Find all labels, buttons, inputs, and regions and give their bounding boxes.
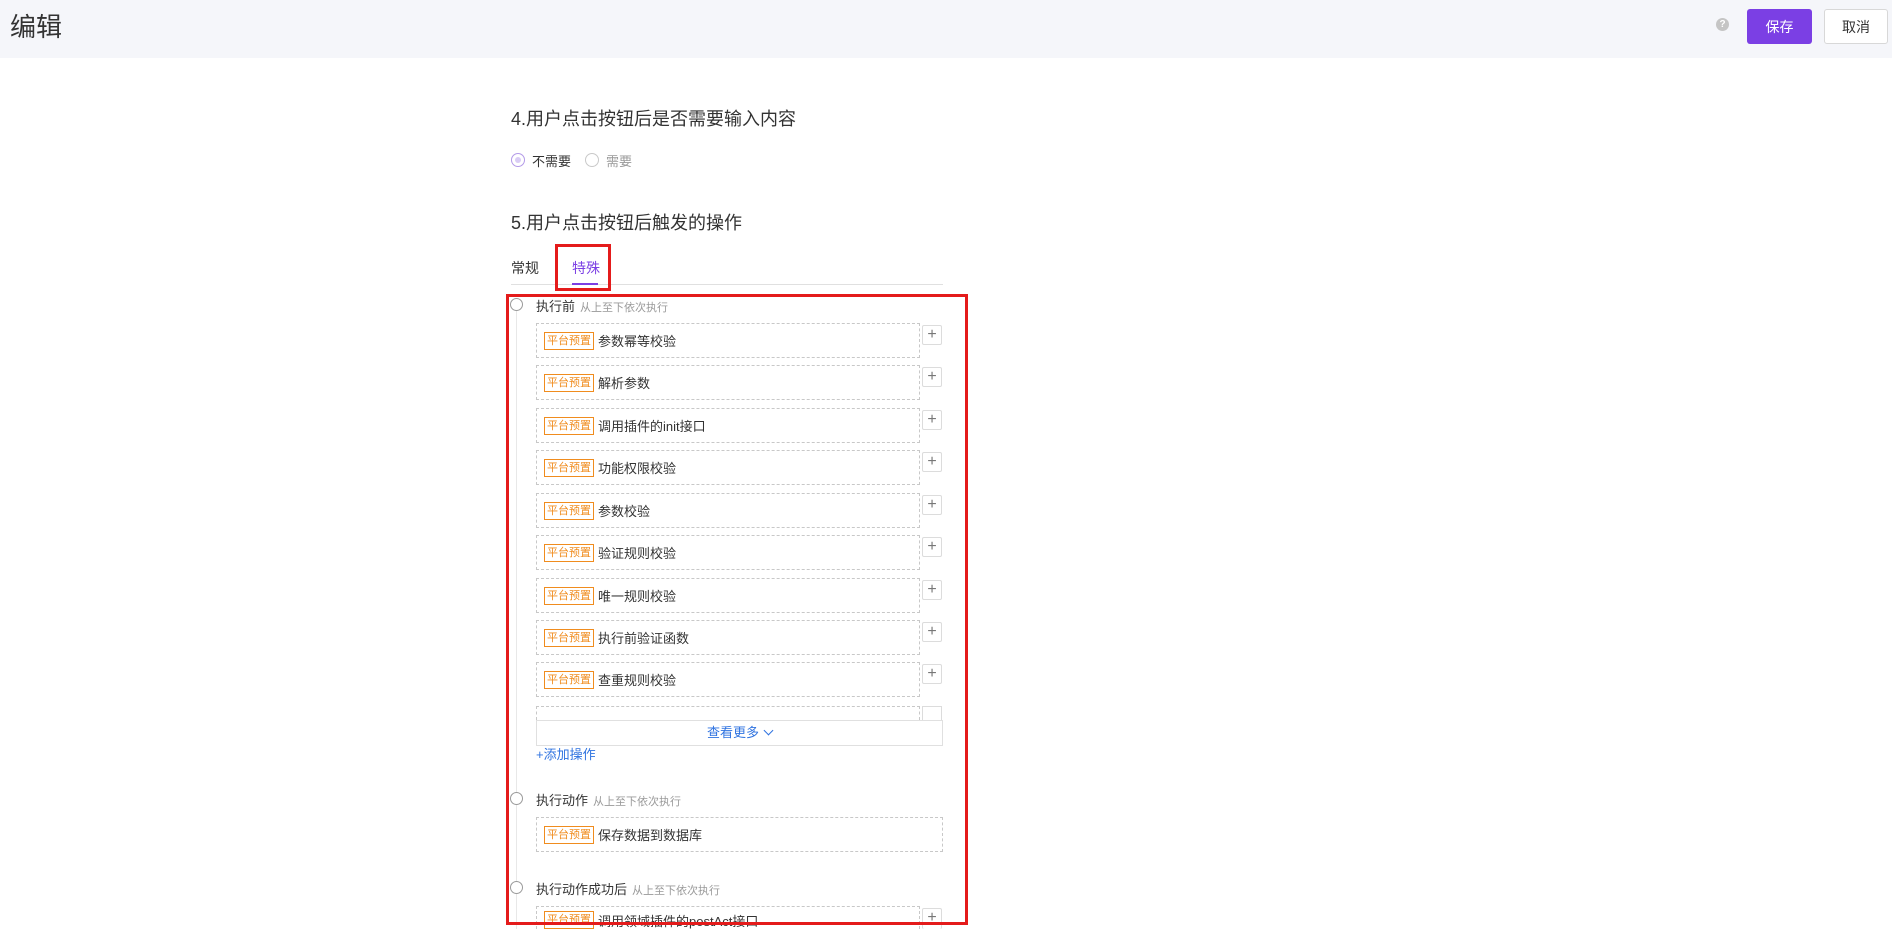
item-label: 唯一规则校验	[598, 589, 677, 604]
preset-tag: 平台预置	[544, 586, 594, 605]
page-header: 编辑 ? 保存 取消	[0, 0, 1892, 58]
item-label: 执行前验证函数	[598, 631, 690, 646]
timeline-line	[516, 310, 517, 929]
save-button[interactable]: 保存	[1747, 9, 1812, 44]
list-item[interactable]: 平台预置 解析参数	[536, 365, 920, 400]
section-title-triggered-operations: 5.用户点击按钮后触发的操作	[511, 213, 743, 233]
radio-required[interactable]	[585, 153, 600, 167]
preset-tag: 平台预置	[544, 458, 594, 477]
list-item[interactable]: 平台预置 验证规则校验	[536, 535, 920, 570]
list-item[interactable]: 平台预置 功能权限校验	[536, 450, 920, 485]
add-operation-link[interactable]: +添加操作	[536, 746, 596, 764]
tab-normal[interactable]: 常规	[511, 258, 539, 278]
step-dot-before	[510, 298, 523, 311]
show-more-label: 查看更多	[706, 725, 759, 740]
add-after-button[interactable]: +	[922, 452, 942, 472]
chevron-down-icon	[763, 725, 774, 736]
add-after-button[interactable]: +	[922, 537, 942, 557]
radio-required-label[interactable]: 需要	[606, 151, 632, 170]
step-subtitle-before: 从上至下依次执行	[580, 302, 669, 314]
show-more-button[interactable]: 查看更多	[536, 720, 943, 746]
item-label: 调用插件的init接口	[598, 419, 706, 434]
step-title-before: 执行前	[536, 299, 576, 314]
preset-tag: 平台预置	[544, 331, 594, 350]
list-item[interactable]: 平台预置 调用领域插件的postAct接口	[536, 906, 920, 929]
list-item[interactable]: 平台预置 唯一规则校验	[536, 578, 920, 613]
item-label: 保存数据到数据库	[598, 828, 703, 843]
help-icon[interactable]: ?	[1716, 18, 1729, 31]
list-item[interactable]: 平台预置 保存数据到数据库	[536, 817, 943, 852]
item-label: 验证规则校验	[598, 546, 677, 561]
preset-tag: 平台预置	[544, 628, 594, 647]
step-header-after: 执行动作成功后 从上至下依次执行	[536, 879, 720, 899]
step-dot-action	[510, 792, 523, 805]
input-required-radio-group: 不需要 需要	[511, 150, 646, 170]
radio-not-required-label[interactable]: 不需要	[532, 151, 571, 170]
preset-tag: 平台预置	[544, 416, 594, 435]
add-after-button[interactable]: +	[922, 580, 942, 600]
list-item[interactable]: 平台预置 调用插件的init接口	[536, 408, 920, 443]
item-label: 解析参数	[598, 376, 651, 391]
section-title-input-required: 4.用户点击按钮后是否需要输入内容	[511, 109, 797, 129]
step-header-before: 执行前 从上至下依次执行	[536, 296, 668, 316]
item-label: 调用领域插件的postAct接口	[598, 914, 759, 929]
add-after-button[interactable]: +	[922, 495, 942, 515]
preset-tag: 平台预置	[544, 501, 594, 520]
preset-tag: 平台预置	[544, 825, 594, 844]
step-subtitle-action: 从上至下依次执行	[593, 796, 682, 808]
step-header-action: 执行动作 从上至下依次执行	[536, 790, 681, 810]
list-item[interactable]: 平台预置 查重规则校验	[536, 662, 920, 697]
active-tab-indicator	[572, 283, 598, 285]
step-subtitle-after: 从上至下依次执行	[632, 885, 721, 897]
preset-tag: 平台预置	[544, 911, 594, 929]
list-item[interactable]: 平台预置 参数校验	[536, 493, 920, 528]
list-item-partial	[536, 706, 920, 720]
tab-special[interactable]: 特殊	[572, 258, 600, 278]
item-label: 功能权限校验	[598, 461, 677, 476]
add-after-button[interactable]: +	[922, 908, 942, 929]
item-label: 查重规则校验	[598, 673, 677, 688]
add-after-button[interactable]: +	[922, 325, 942, 345]
item-label: 参数幂等校验	[598, 334, 677, 349]
preset-tag: 平台预置	[544, 670, 594, 689]
step-title-action: 执行动作	[536, 793, 589, 808]
item-label: 参数校验	[598, 504, 651, 519]
page-title: 编辑	[10, 12, 63, 42]
add-after-button[interactable]: +	[922, 664, 942, 684]
list-item[interactable]: 平台预置 执行前验证函数	[536, 620, 920, 655]
step-dot-after	[510, 881, 523, 894]
add-after-button[interactable]: +	[922, 410, 942, 430]
add-after-button[interactable]: +	[922, 622, 942, 642]
operation-tabs: 常规 特殊	[511, 254, 943, 285]
cancel-button[interactable]: 取消	[1824, 9, 1888, 44]
add-after-button[interactable]: +	[922, 367, 942, 387]
list-item[interactable]: 平台预置 参数幂等校验	[536, 323, 920, 358]
preset-tag: 平台预置	[544, 543, 594, 562]
add-after-button-partial	[922, 706, 942, 720]
radio-not-required[interactable]	[511, 153, 525, 167]
preset-tag: 平台预置	[544, 373, 594, 392]
step-title-after: 执行动作成功后	[536, 882, 628, 897]
